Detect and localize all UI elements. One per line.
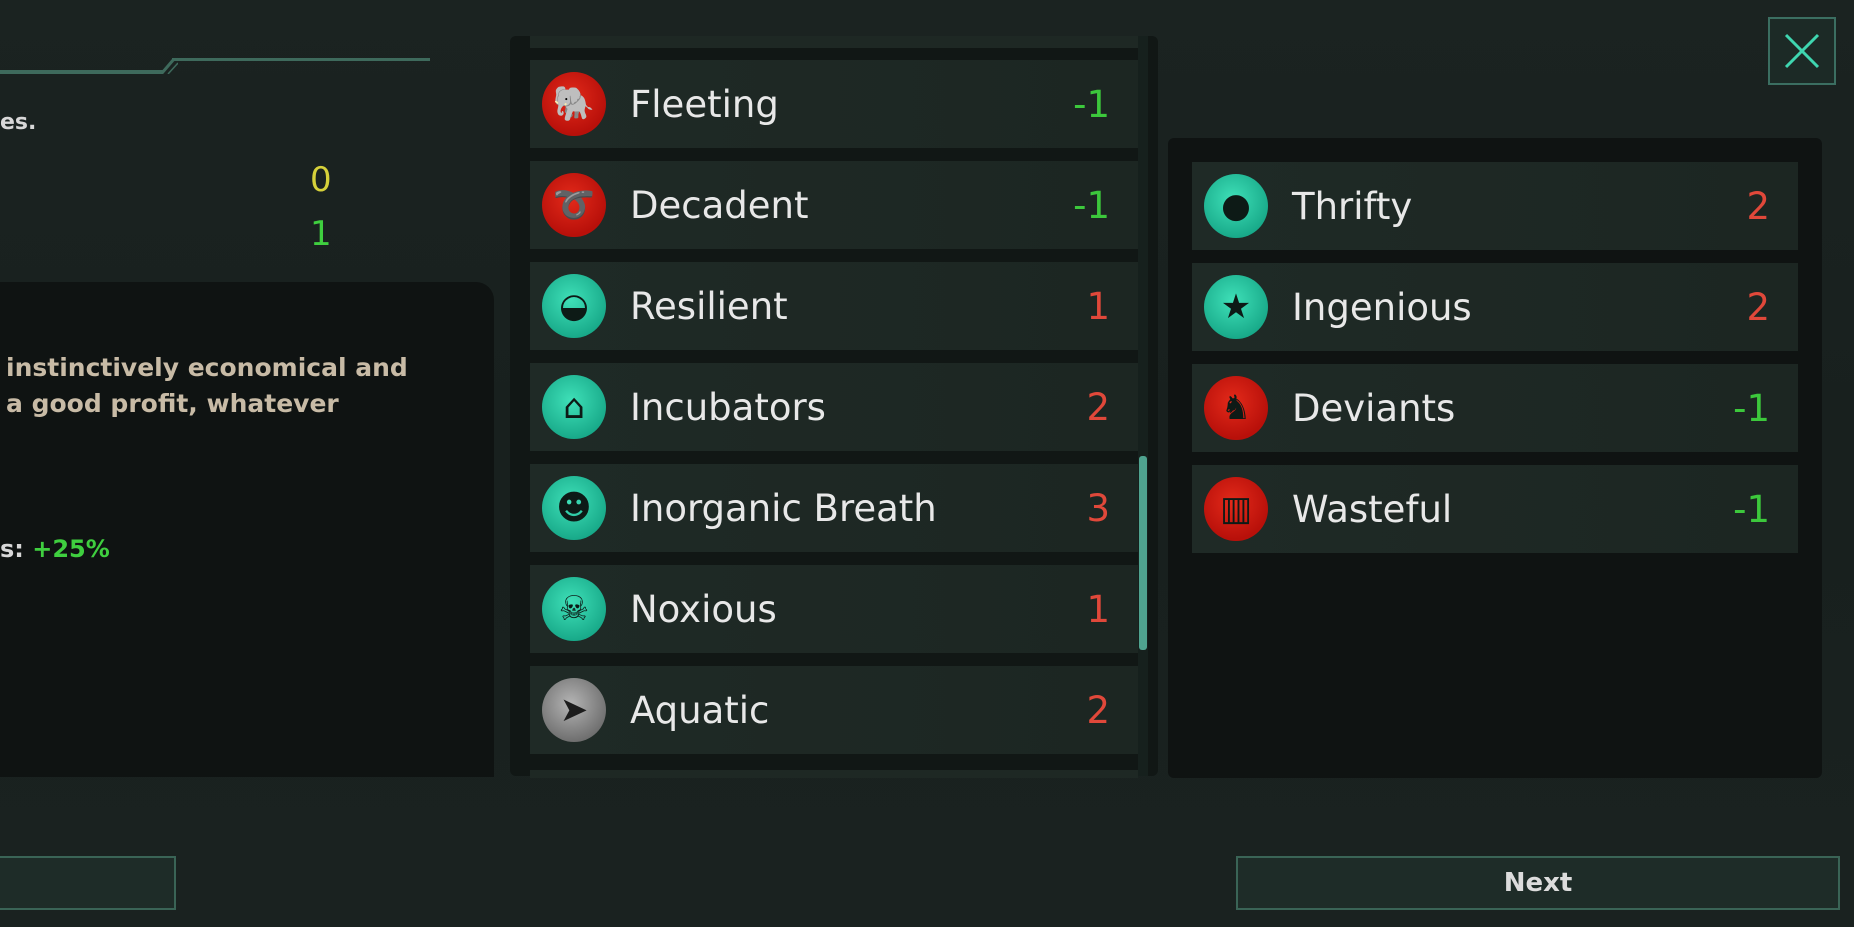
trait-list-item[interactable]: ➤ Aquatic 2 [530, 666, 1138, 754]
trait-description-line: a good profit, whatever [6, 389, 339, 418]
trait-cost: 1 [1086, 587, 1110, 631]
trait-cost: -1 [1733, 487, 1770, 531]
list-item-partial[interactable] [530, 770, 1138, 778]
trait-name: Decadent [630, 183, 809, 227]
trait-list-item[interactable]: ➰ Decadent -1 [530, 161, 1138, 249]
fish-icon: ➤ [542, 678, 606, 742]
trait-list-item[interactable]: ⌂ Incubators 2 [530, 363, 1138, 451]
trait-cost: -1 [1073, 82, 1110, 126]
trait-name: Aquatic [630, 688, 770, 732]
elephant-icon: 🐘 [542, 72, 606, 136]
trait-list-item[interactable]: ♞ Deviants -1 [1192, 364, 1798, 452]
trait-name: Incubators [630, 385, 826, 429]
trait-name: Ingenious [1292, 285, 1472, 329]
scrollbar-thumb[interactable] [1139, 456, 1147, 650]
trait-list-item[interactable]: ▥ Wasteful -1 [1192, 465, 1798, 553]
breath-silhouette-icon: ☻ [542, 476, 606, 540]
people-star-icon: ★ [1204, 275, 1268, 339]
list-item-partial[interactable] [530, 36, 1138, 48]
trait-name: Wasteful [1292, 487, 1453, 531]
trait-cost: 2 [1746, 184, 1770, 228]
trait-list-item[interactable]: ● Thrifty 2 [1192, 162, 1798, 250]
trait-cost: 1 [1086, 284, 1110, 328]
trait-description-text: instinctively economical and a good prof… [6, 350, 486, 422]
trait-cost: -1 [1733, 386, 1770, 430]
trait-cost: 2 [1086, 385, 1110, 429]
armadillo-icon: ◒ [542, 274, 606, 338]
trait-description-line: instinctively economical and [6, 353, 408, 382]
trait-name: Thrifty [1292, 184, 1413, 228]
next-button[interactable]: Next [1236, 856, 1840, 910]
whip-icon: ➰ [542, 173, 606, 237]
trait-name: Noxious [630, 587, 777, 631]
toxic-skull-icon: ☠ [542, 577, 606, 641]
close-button[interactable] [1768, 17, 1836, 85]
trait-name: Fleeting [630, 82, 779, 126]
trait-points-value: 0 [310, 160, 332, 200]
trait-name: Inorganic Breath [630, 486, 937, 530]
trait-picks-value: 1 [310, 214, 332, 254]
piggy-bank-icon: ● [1204, 174, 1268, 238]
trait-list-item[interactable]: 🐘 Fleeting -1 [530, 60, 1138, 148]
duck-icon: ♞ [1204, 376, 1268, 440]
trait-list-item[interactable]: ◒ Resilient 1 [530, 262, 1138, 350]
incubator-icon: ⌂ [542, 375, 606, 439]
trait-cost: -1 [1073, 183, 1110, 227]
back-button[interactable] [0, 856, 176, 910]
trait-cost: 2 [1086, 688, 1110, 732]
species-description-fragment: es. [0, 110, 37, 135]
header-divider [0, 70, 163, 74]
trait-list-item[interactable]: ☻ Inorganic Breath 3 [530, 464, 1138, 552]
trash-icon: ▥ [1204, 477, 1268, 541]
trait-cost: 2 [1746, 285, 1770, 329]
scrollbar-track[interactable] [1138, 36, 1148, 776]
trait-effect-label: s: [0, 535, 24, 563]
trait-name: Resilient [630, 284, 788, 328]
trait-list-item[interactable]: ★ Ingenious 2 [1192, 263, 1798, 351]
header-divider-upper [172, 58, 430, 61]
close-icon [1784, 33, 1820, 69]
trait-list-item[interactable]: ☠ Noxious 1 [530, 565, 1138, 653]
trait-effect-stat: s: +25% [0, 535, 110, 563]
trait-cost: 3 [1086, 486, 1110, 530]
trait-name: Deviants [1292, 386, 1456, 430]
trait-effect-value: +25% [32, 535, 110, 563]
